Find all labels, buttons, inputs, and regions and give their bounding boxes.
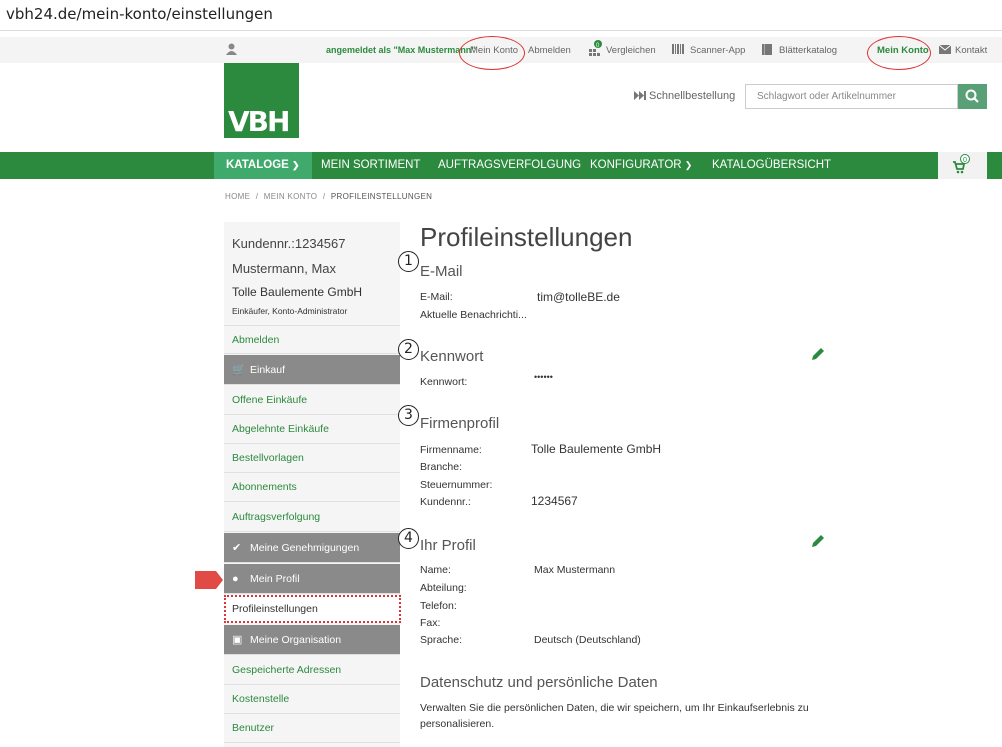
user-icon: ● [232,573,239,585]
nav-auftragsverfolgung[interactable]: AUFTRAGSVERFOLGUNG [426,152,593,179]
cart-icon: 0 [953,154,970,174]
nav-konfigurator[interactable]: KONFIGURATOR ❯ [578,152,704,179]
steuernummer-label: Steuernummer: [420,479,493,491]
breadcrumb: HOME / MEIN KONTO / PROFILEINSTELLUNGEN [225,192,433,201]
vergleichen-link[interactable]: Vergleichen [606,45,656,56]
fast-forward-icon [634,91,646,100]
datenschutz-text-2: personalisieren. [420,718,495,730]
section-heading-firmenprofil: Firmenprofil [420,415,500,432]
company-name: Tolle Baulemente GmbH [232,285,363,299]
abteilung-label: Abteilung: [420,582,467,594]
edit-profil-pencil-icon[interactable] [810,534,826,549]
nav-mein-sortiment[interactable]: MEIN SORTIMENT [309,152,432,179]
logged-in-text: angemeldet als "Max Mustermann" [326,45,476,55]
notifications-label: Aktuelle Benachrichti... [420,309,527,321]
cart-button[interactable]: 0 [938,152,987,179]
email-label: E-Mail: [420,291,453,303]
annotation-number: 2 [398,339,419,360]
section-heading-kennwort: Kennwort [420,348,484,365]
sidebar-item-profileinstellungen[interactable]: Profileinstellungen [224,595,401,623]
sidebar-item-abonnements[interactable]: Abonnements [224,473,400,502]
sidebar-item-offene-einkaeufe[interactable]: Offene Einkäufe [224,386,400,415]
mail-icon [939,45,951,54]
briefcase-icon: ▣ [232,634,243,646]
catalog-icon [762,44,772,55]
barcode-icon [672,44,684,54]
sidebar-item-benutzer[interactable]: Benutzer [224,714,400,743]
sidebar-item-abgelehnte-einkaeufe[interactable]: Abgelehnte Einkäufe [224,415,400,444]
name-value: Max Mustermann [534,564,616,576]
annotation-number: 1 [398,251,419,272]
page-title: Profileinstellungen [420,222,633,252]
chevron-down-icon: ❯ [292,160,300,170]
kennwort-value: •••••• [534,372,553,382]
kontakt-link[interactable]: Kontakt [955,45,987,56]
svg-text:0: 0 [963,157,967,164]
schnellbestellung-link[interactable]: Schnellbestellung [649,90,735,102]
nav-kataloguebersicht[interactable]: KATALOGÜBERSICHT [700,152,843,179]
abmelden-link[interactable]: Abmelden [528,45,571,56]
sprache-label: Sprache: [420,634,463,646]
annotation-circle [459,36,525,70]
firmenname-value: Tolle Baulemente GmbH [531,442,662,456]
sidebar-item-bestellvorlagen[interactable]: Bestellvorlagen [224,444,400,473]
nav-kataloge[interactable]: KATALOGE ❯ [214,152,312,179]
section-heading-datenschutz: Datenschutz und persönliche Daten [420,674,658,691]
annotation-circle [867,36,931,70]
sidebar-item-genehmigungen[interactable]: ✔ Meine Genehmigungen [224,533,400,563]
section-heading-ihr-profil: Ihr Profil [420,537,476,554]
kennwort-label: Kennwort: [420,376,468,388]
search-input[interactable]: Schlagwort oder Artikelnummer [745,84,958,109]
breadcrumb-mein-konto[interactable]: MEIN KONTO [264,192,318,201]
vbh-logo[interactable]: VBH [224,63,299,138]
checkmark-icon: ✔ [232,542,242,554]
sidebar-item-einkauf[interactable]: 🛒 Einkauf [224,355,400,385]
firmenname-label: Firmenname: [420,444,482,456]
telefon-label: Telefon: [420,600,457,612]
chevron-down-icon: ❯ [684,160,693,170]
sidebar-item-abmelden[interactable]: Abmelden [224,325,400,354]
search-icon [965,89,979,103]
annotation-number: 3 [398,405,419,426]
sidebar-item-adressen[interactable]: Gespeicherte Adressen [224,656,400,685]
sprache-value: Deutsch (Deutschland) [534,634,641,646]
browser-url-bar[interactable]: vbh24.de/mein-konto/einstellungen [0,0,1002,31]
datenschutz-text: Verwalten Sie die persönlichen Daten, di… [420,702,809,714]
sidebar-item-mein-profil[interactable]: ● Mein Profil [224,564,400,594]
scanner-app-link[interactable]: Scanner-App [690,45,745,56]
main-navigation: KATALOGE ❯ MEIN SORTIMENT AUFTRAGSVERFOL… [0,152,1002,179]
search-button[interactable] [958,84,987,109]
arrow-marker-icon [195,571,223,589]
compare-icon: 0 [589,40,602,56]
fax-label: Fax: [420,617,441,629]
kundennr-value: 1234567 [531,494,578,508]
sidebar-item-auftragsverfolgung[interactable]: Auftragsverfolgung [224,503,400,532]
customer-number: Kundennr.:1234567 [232,236,346,251]
section-heading-email: E-Mail [420,263,463,280]
kundennr-label: Kundennr.: [420,496,471,508]
url-text[interactable]: vbh24.de/mein-konto/einstellungen [6,5,273,23]
branche-label: Branche: [420,461,463,473]
customer-name: Mustermann, Max [232,261,337,276]
breadcrumb-home[interactable]: HOME [225,192,250,201]
user-role: Einkäufer, Konto-Administrator [232,306,348,316]
sidebar-item-kostenstelle[interactable]: Kostenstelle [224,685,400,714]
edit-kennwort-pencil-icon[interactable] [810,347,826,362]
blaetterkatalog-link[interactable]: Blätterkatalog [779,45,837,56]
sidebar-item-organisation[interactable]: ▣ Meine Organisation [224,625,400,655]
email-value: tim@tolleBE.de [537,290,620,304]
annotation-number: 4 [398,528,419,549]
name-label: Name: [420,564,451,576]
cart-icon: 🛒 [232,364,246,376]
breadcrumb-current: PROFILEINSTELLUNGEN [330,192,433,201]
user-icon [226,43,237,55]
